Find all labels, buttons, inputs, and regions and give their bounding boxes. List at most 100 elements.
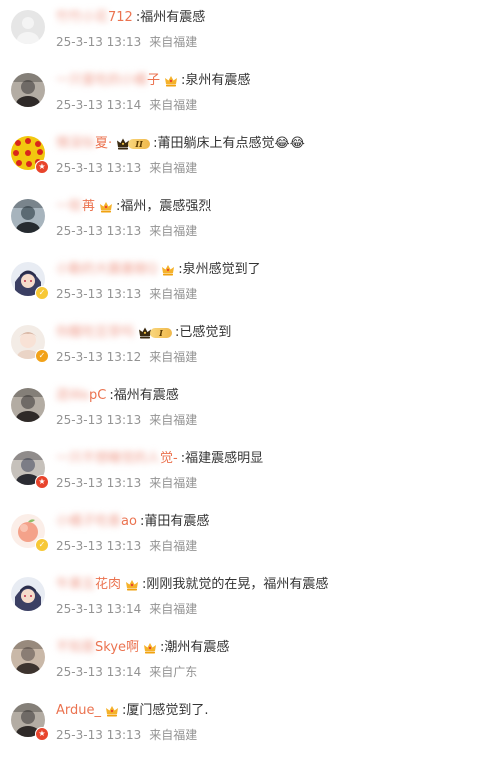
username-link[interactable]: 一只爱吃的小橘子 (56, 71, 160, 91)
comment-meta: 25-3-13 13:13 来自福建 (56, 537, 197, 555)
comment-time: 13:14 (106, 602, 142, 616)
username-blurred-part: 一只不想睡觉的人 (56, 451, 161, 466)
comment-date: 25-3-13 (56, 728, 103, 742)
user-photo-avatar-icon[interactable] (11, 73, 45, 107)
comment-source-location: 来自福建 (149, 161, 198, 175)
comment-date: 25-3-13 (56, 602, 103, 616)
username-blurred-part: 连Wa (56, 388, 89, 403)
comment-meta: 25-3-13 13:14 来自福建 (56, 96, 197, 114)
comment-meta: 25-3-13 13:13 来自福建 (56, 285, 197, 303)
username-link[interactable]: 小橘子吃香ao (56, 512, 137, 532)
comment-meta: 25-3-13 13:13 来自福建 (56, 33, 197, 51)
comment-date: 25-3-13 (56, 224, 103, 238)
username-visible-part: 花肉 (95, 577, 122, 592)
vip-crown-icon: I (138, 326, 173, 340)
username-link[interactable]: 连WapC (56, 386, 106, 406)
verified-badge-icon: ✓ (35, 286, 49, 300)
verified-badge-icon: ★ (35, 160, 49, 174)
fan-crown-icon (164, 74, 178, 88)
username-link[interactable]: 小動的大圖書館Q (56, 260, 157, 280)
comment-item: 牛果五花肉: 刚刚我就觉的在晃，福州有震感 25-3-13 13:14 来自福建 (0, 573, 491, 633)
comment-time: 13:13 (106, 413, 142, 427)
comment-text: 泉州感觉到了 (182, 262, 261, 277)
username-visible-part: Ardue_ (56, 703, 101, 718)
comment-date: 25-3-13 (56, 350, 103, 364)
comment-date: 25-3-13 (56, 413, 103, 427)
username-link[interactable]: 一只不想睡觉的人觉- (56, 449, 178, 469)
username-link[interactable]: 不知是Skye啊 (56, 638, 139, 658)
comment-text: 厦门感觉到了. (126, 703, 209, 718)
user-photo-avatar-icon[interactable] (11, 388, 45, 422)
comment-line: 竹竹小花712: 福州有震感 (56, 8, 205, 28)
comment-source-location: 来自福建 (149, 602, 198, 616)
verified-badge-icon: ★ (35, 475, 49, 489)
comment-item: ✓ 你醒吃豆芽吗 I: 已感觉到 25-3-13 13:12 来自福建 (0, 321, 491, 381)
username-visible-part: 觉- (160, 451, 178, 466)
username-link[interactable]: Ardue_ (56, 701, 101, 721)
comment-item: ✓ 小動的大圖書館Q: 泉州感觉到了 25-3-13 13:13 来自福建 (0, 258, 491, 318)
anime-avatar-icon[interactable] (11, 577, 45, 611)
comment-text: 福建震感明显 (185, 451, 264, 466)
verified-badge-icon: ✓ (35, 538, 49, 552)
username-blurred-part: 情深似 (56, 136, 96, 151)
comment-text: 福州，震感强烈 (120, 199, 212, 214)
comment-line: 一只爱吃的小橘子: 泉州有震感 (56, 71, 250, 91)
username-blurred-part: 小動的大圖書館Q (56, 262, 158, 277)
comment-text: 莆田躺床上有点感觉😂😂 (157, 136, 305, 151)
comment-item: 不知是Skye啊: 潮州有震感 25-3-13 13:14 来自广东 (0, 636, 491, 696)
comment-source-location: 来自福建 (149, 224, 198, 238)
username-visible-part: 子 (147, 73, 161, 88)
username-link[interactable]: 一软苒 (56, 197, 95, 217)
comment-line: 不知是Skye啊: 潮州有震感 (56, 638, 229, 658)
comment-date: 25-3-13 (56, 476, 103, 490)
username-blurred-part: 竹竹小花 (56, 10, 109, 25)
comment-date: 25-3-13 (56, 98, 103, 112)
username-link[interactable]: 牛果五花肉 (56, 575, 121, 595)
comment-meta: 25-3-13 13:13 来自福建 (56, 411, 197, 429)
vip-crown-icon: II (116, 137, 151, 151)
comment-line: 小動的大圖書館Q: 泉州感觉到了 (56, 260, 261, 280)
comment-text: 福州有震感 (140, 10, 206, 25)
comment-item: ★ 一只不想睡觉的人觉-: 福建震感明显 25-3-13 13:13 来自福建 (0, 447, 491, 507)
user-photo-avatar-icon[interactable] (11, 199, 45, 233)
comment-line: 小橘子吃香ao: 莆田有震感 (56, 512, 209, 532)
comment-date: 25-3-13 (56, 287, 103, 301)
comment-text: 潮州有震感 (164, 640, 230, 655)
comment-meta: 25-3-13 13:13 来自福建 (56, 474, 197, 492)
comment-meta: 25-3-13 13:13 来自福建 (56, 159, 197, 177)
username-visible-part: ao (121, 514, 137, 529)
username-link[interactable]: 你醒吃豆芽吗 (56, 323, 134, 343)
comment-line: 你醒吃豆芽吗 I: 已感觉到 (56, 323, 231, 343)
username-blurred-part: 一只爱吃的小橘 (56, 73, 148, 88)
comment-source-location: 来自福建 (149, 728, 198, 742)
comment-source-location: 来自福建 (149, 98, 198, 112)
vip-level-label: II (128, 139, 151, 149)
comment-source-location: 来自福建 (149, 539, 198, 553)
comment-time: 13:13 (106, 161, 142, 175)
comment-line: 连WapC: 福州有震感 (56, 386, 179, 406)
username-visible-part: 夏· (95, 136, 113, 151)
comment-meta: 25-3-13 13:13 来自福建 (56, 222, 197, 240)
comment-line: 一软苒: 福州，震感强烈 (56, 197, 211, 217)
fan-crown-icon (161, 263, 175, 277)
comment-time: 13:13 (106, 287, 142, 301)
comment-date: 25-3-13 (56, 35, 103, 49)
comment-item: 一软苒: 福州，震感强烈 25-3-13 13:13 来自福建 (0, 195, 491, 255)
username-visible-part: Skye啊 (95, 640, 140, 655)
comment-text: 泉州有震感 (185, 73, 251, 88)
username-link[interactable]: 竹竹小花712 (56, 8, 133, 28)
user-photo-avatar-icon[interactable] (11, 640, 45, 674)
comment-source-location: 来自福建 (149, 35, 198, 49)
comment-line: 牛果五花肉: 刚刚我就觉的在晃，福州有震感 (56, 575, 328, 595)
comment-source-location: 来自福建 (149, 350, 198, 364)
username-link[interactable]: 情深似夏· (56, 134, 112, 154)
comment-item: 竹竹小花712: 福州有震感 25-3-13 13:13 来自福建 (0, 6, 491, 66)
fan-crown-icon (105, 704, 119, 718)
username-blurred-part: 牛果五 (56, 577, 96, 592)
comment-line: 情深似夏· II: 莆田躺床上有点感觉😂😂 (56, 134, 305, 154)
vip-level-label: I (150, 328, 173, 338)
comment-time: 13:13 (106, 728, 142, 742)
comment-time: 13:13 (106, 539, 142, 553)
comment-item: 连WapC: 福州有震感 25-3-13 13:13 来自福建 (0, 384, 491, 444)
default-avatar-icon[interactable] (11, 10, 45, 44)
